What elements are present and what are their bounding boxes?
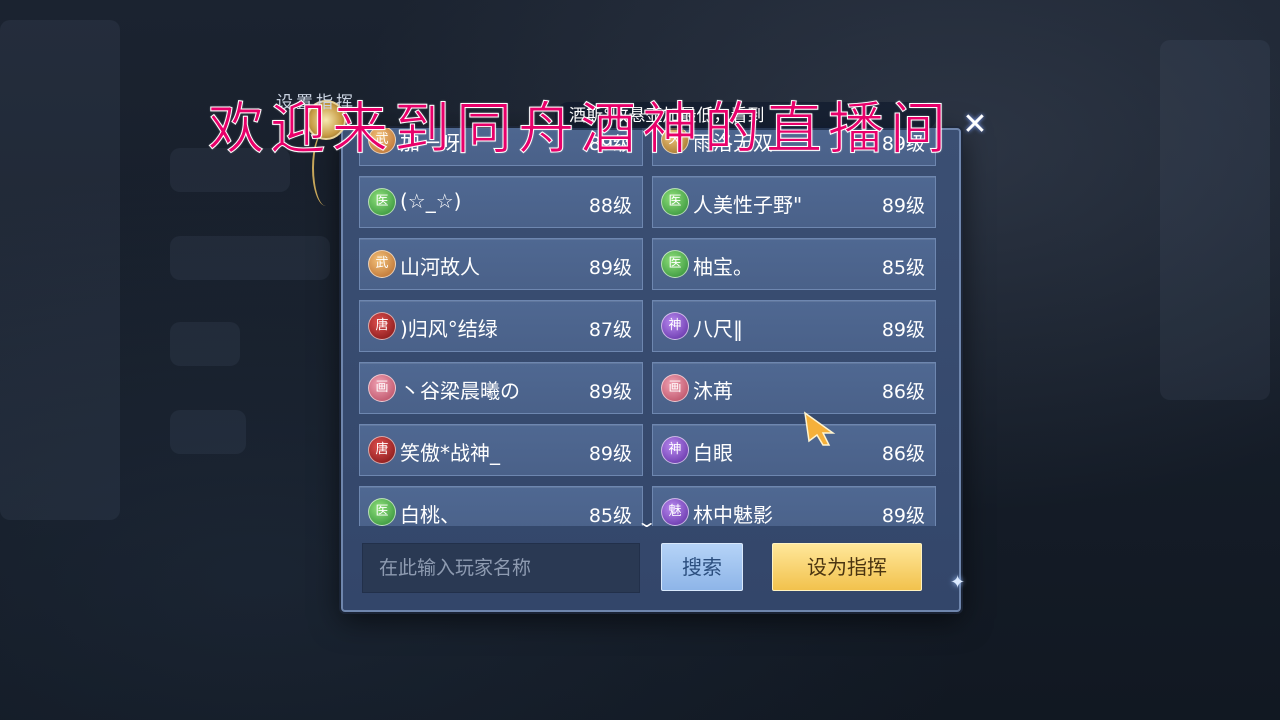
player-level: 86级 [881,381,925,403]
player-card[interactable]: 画沐苒 86级 [652,362,936,414]
yihua-class-icon: 医 [661,250,689,278]
player-name: 人美性子野" [693,193,803,217]
game-screen: 设置指挥 武加一呀 89级天雨洛无双 89级医 (☆_☆) 88级医人美性子野" 89级武… [0,0,1280,720]
yihua-class-icon: 医 [368,498,396,526]
player-level: 89级 [588,257,632,279]
player-name: 笑傲*战神_ [400,441,500,465]
yihua-class-icon: 医 [368,188,396,216]
player-card[interactable]: 神八尺‖ 89级 [652,300,936,352]
close-icon[interactable]: ✕ [960,110,990,140]
background-panel [170,322,240,366]
background-panel [170,410,246,454]
player-card[interactable]: 神白眼 86级 [652,424,936,476]
player-name: 白眼 [693,441,733,465]
shenwei-class-icon: 神 [661,436,689,464]
tangmen-class-icon: 唐 [368,312,396,340]
player-name: 柚宝。 [693,255,753,279]
player-level: 89级 [881,505,925,526]
player-card[interactable]: 唐)归风°结绿 87级 [359,300,643,352]
search-button[interactable]: 搜索 [661,543,743,591]
yihua-class-icon: 医 [661,188,689,216]
background-panel [1160,40,1270,400]
player-name: 白桃、 [400,503,460,526]
player-name: 丶谷梁晨曦の [400,379,520,403]
player-name: 沐苒 [693,379,733,403]
tangmen-class-icon: 唐 [368,436,396,464]
player-card[interactable]: 医 (☆_☆) 88级 [359,176,643,228]
player-card[interactable]: 医白桃、 85级 [359,486,643,526]
player-list[interactable]: 武加一呀 89级天雨洛无双 89级医 (☆_☆) 88级医人美性子野" 89级武山河故人 8… [357,128,939,526]
player-card[interactable]: 魅林中魅影 89级 [652,486,936,526]
chevron-down-icon[interactable]: ⌄ [636,512,657,531]
background-panel [0,20,120,520]
cursor-icon [804,411,836,446]
huaying-class-icon: 画 [368,374,396,402]
player-name: (☆_☆) [400,189,462,213]
player-level: 89级 [881,319,925,341]
player-level: 89级 [588,381,632,403]
shenwei-class-icon: 神 [661,312,689,340]
player-card[interactable]: 武山河故人 89级 [359,238,643,290]
player-name: 林中魅影 [693,503,773,526]
player-name: )归风°结绿 [400,317,498,341]
sparkle-icon: ✦ [950,572,966,593]
player-level: 88级 [588,195,632,217]
player-level: 86级 [881,443,925,465]
player-card[interactable]: 唐笑傲*战神_ 89级 [359,424,643,476]
shenwei-class-icon: 魅 [661,498,689,526]
player-level: 85级 [588,505,632,526]
player-name: 山河故人 [400,255,480,279]
wudang-class-icon: 武 [368,250,396,278]
player-level: 85级 [881,257,925,279]
player-level: 89级 [588,443,632,465]
player-card[interactable]: 医人美性子野" 89级 [652,176,936,228]
player-card[interactable]: 医柚宝。 85级 [652,238,936,290]
huaying-class-icon: 画 [661,374,689,402]
player-level: 87级 [588,319,632,341]
stream-welcome-overlay: 欢迎来到同舟酒神的直播间 [208,97,952,163]
player-name-input[interactable] [362,543,640,593]
background-panel [170,236,330,280]
set-commander-button[interactable]: 设为指挥 [772,543,922,591]
player-level: 89级 [881,195,925,217]
player-name: 八尺‖ [693,317,743,341]
player-card[interactable]: 画丶谷梁晨曦の 89级 [359,362,643,414]
